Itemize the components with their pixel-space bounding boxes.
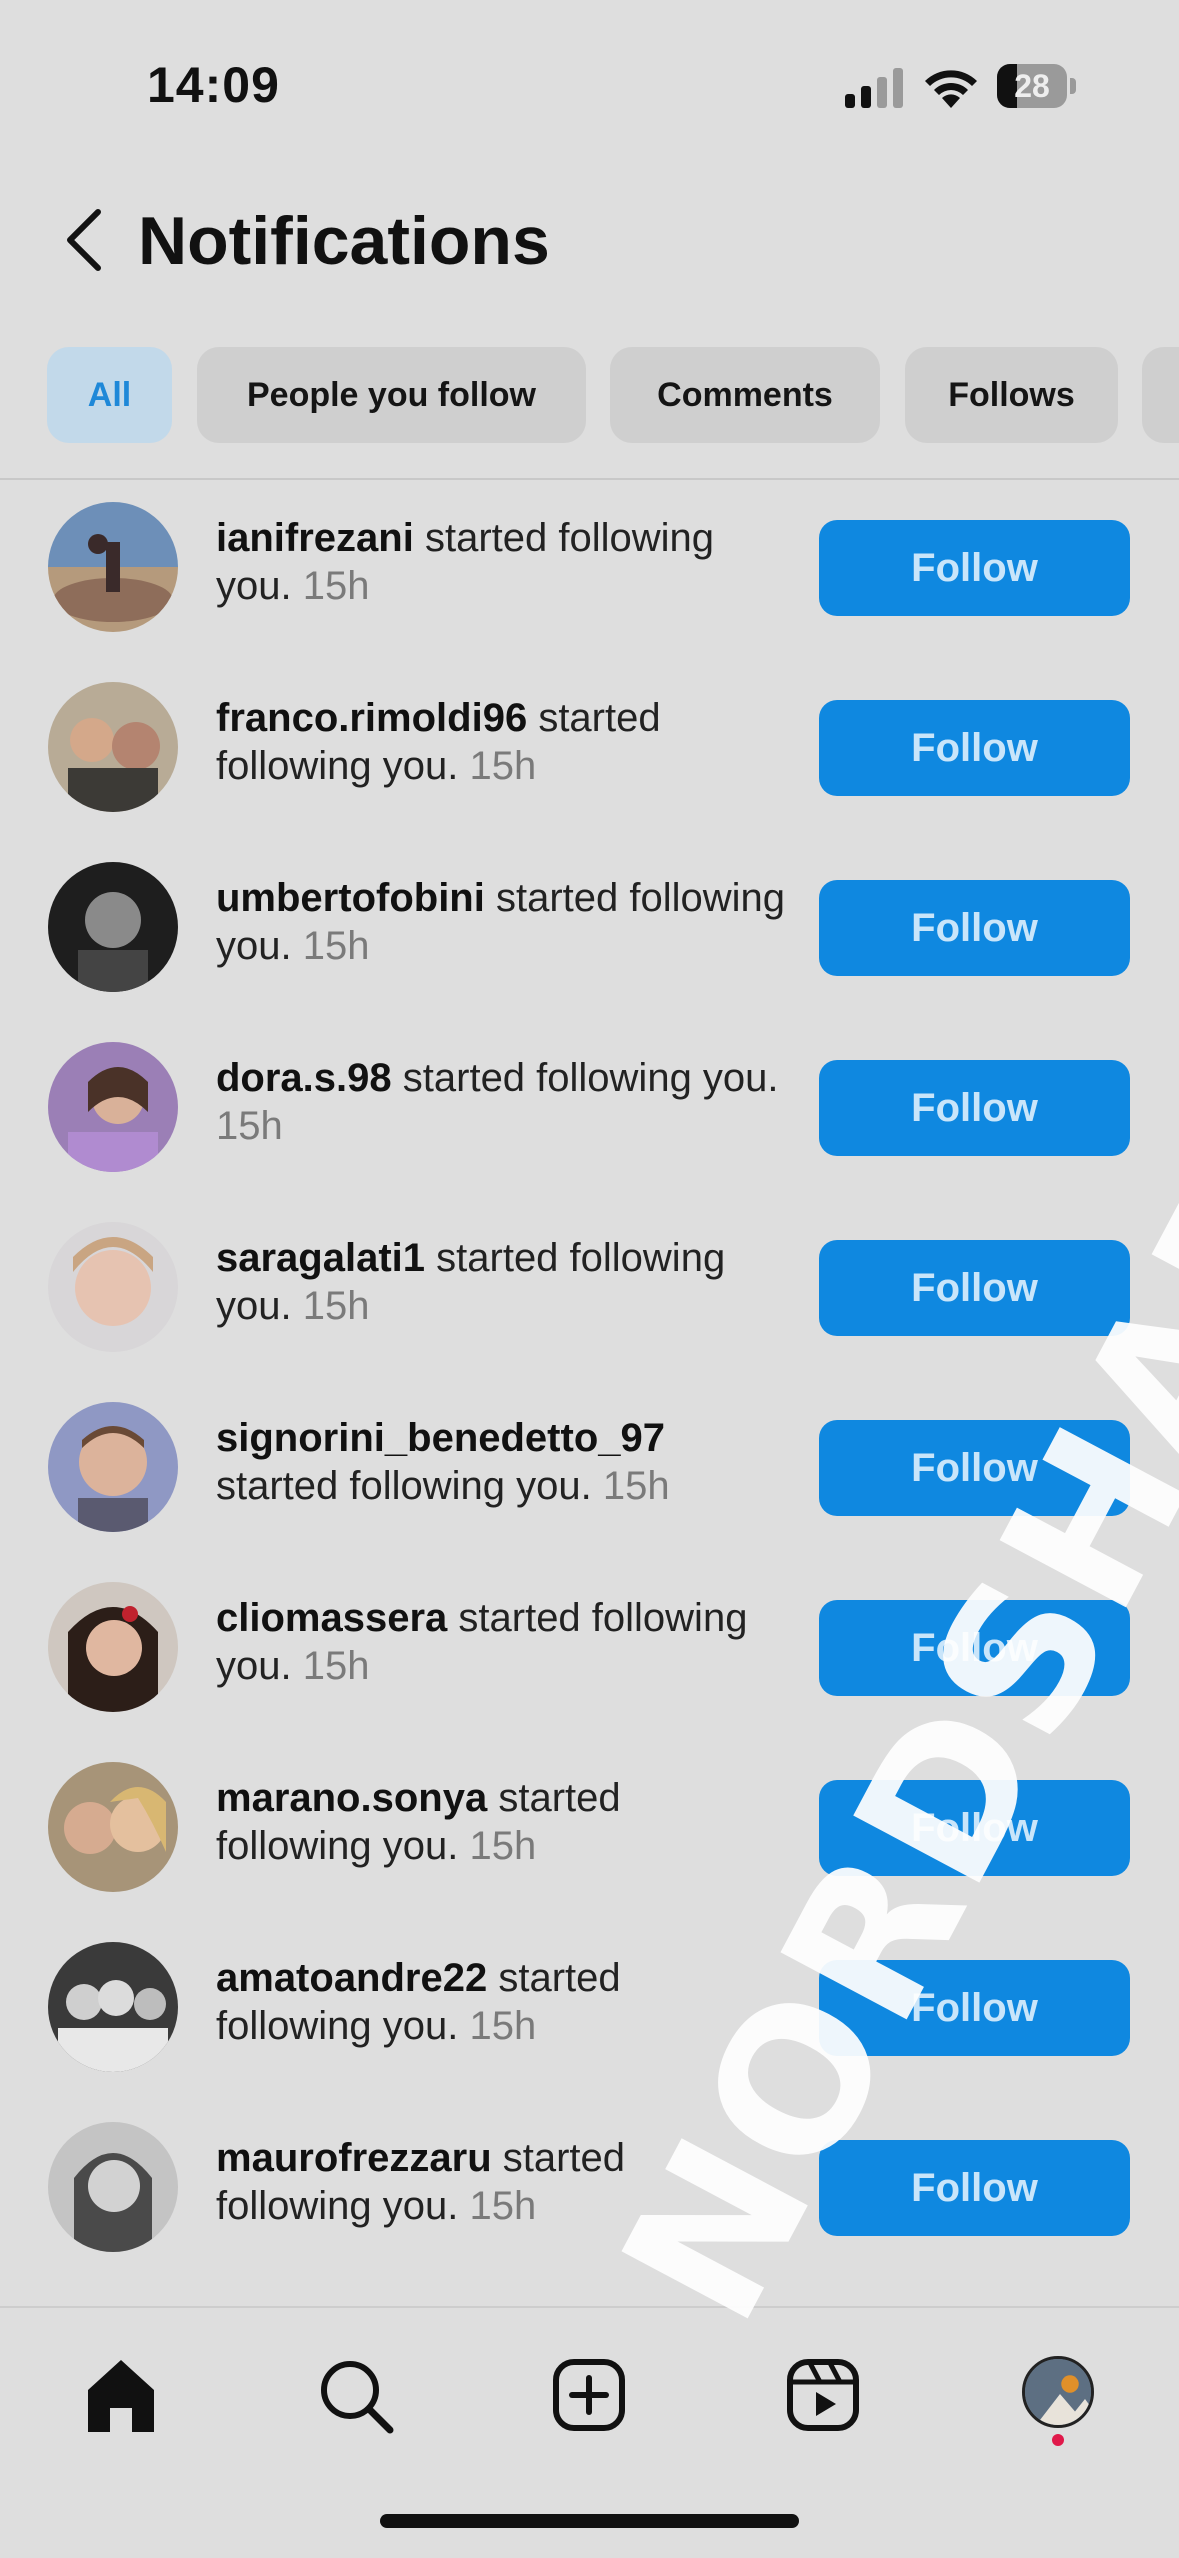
username-link[interactable]: maurofrezzaru xyxy=(216,2136,492,2180)
notification-time: 15h xyxy=(291,1644,370,1688)
filter-chip-people-you-follow[interactable]: People you follow xyxy=(197,347,586,443)
avatar[interactable] xyxy=(48,1402,178,1532)
filter-chip-all[interactable]: All xyxy=(47,347,172,443)
notification-row: dora.s.98 started following you. 15h Fol… xyxy=(0,1020,1179,1200)
notification-message: started following you. xyxy=(391,1056,779,1100)
create-tab[interactable] xyxy=(544,2350,634,2440)
notification-text: saragalati1 started following you. 15h xyxy=(216,1234,786,1330)
notification-time: 15h xyxy=(591,1464,670,1508)
username-link[interactable]: cliomassera xyxy=(216,1596,447,1640)
notification-text: maurofrezzaru started following you. 15h xyxy=(216,2134,786,2230)
reels-tab[interactable] xyxy=(778,2350,868,2440)
username-link[interactable]: ianifrezani xyxy=(216,516,414,560)
avatar[interactable] xyxy=(48,2122,178,2252)
battery-icon: 28 xyxy=(997,64,1077,110)
follow-button[interactable]: Follow xyxy=(819,1960,1130,2056)
back-chevron-icon[interactable] xyxy=(60,206,110,274)
follow-button[interactable]: Follow xyxy=(819,880,1130,976)
header: Notifications xyxy=(0,180,1179,300)
username-link[interactable]: franco.rimoldi96 xyxy=(216,696,527,740)
notification-time: 15h xyxy=(291,1284,370,1328)
follow-button[interactable]: Follow xyxy=(819,1420,1130,1516)
username-link[interactable]: saragalati1 xyxy=(216,1236,425,1280)
home-icon xyxy=(88,2360,154,2432)
status-bar: 14:09 28 xyxy=(0,0,1179,170)
notification-text: signorini_benedetto_97 started following… xyxy=(216,1414,786,1510)
notification-list: ianifrezani started following you. 15h F… xyxy=(0,480,1179,2300)
notification-text: marano.sonya started following you. 15h xyxy=(216,1774,786,1870)
profile-tab[interactable] xyxy=(1014,2350,1104,2440)
home-tab[interactable] xyxy=(76,2350,166,2440)
notification-row: amatoandre22 started following you. 15h … xyxy=(0,1920,1179,2100)
username-link[interactable]: amatoandre22 xyxy=(216,1956,487,2000)
follow-button[interactable]: Follow xyxy=(819,700,1130,796)
avatar[interactable] xyxy=(48,1222,178,1352)
avatar[interactable] xyxy=(48,1762,178,1892)
follow-button[interactable]: Follow xyxy=(819,1060,1130,1156)
page-title: Notifications xyxy=(138,203,550,279)
follow-button[interactable]: Follow xyxy=(819,520,1130,616)
avatar[interactable] xyxy=(48,1582,178,1712)
filter-tabs: All People you follow Comments Follows xyxy=(0,347,1179,445)
username-link[interactable]: umbertofobini xyxy=(216,876,485,920)
notification-dot xyxy=(1052,2434,1064,2446)
search-icon xyxy=(321,2361,394,2434)
notification-row: ianifrezani started following you. 15h F… xyxy=(0,480,1179,660)
notification-time: 15h xyxy=(458,744,537,788)
avatar[interactable] xyxy=(48,502,178,632)
avatar[interactable] xyxy=(48,1942,178,2072)
username-link[interactable]: dora.s.98 xyxy=(216,1056,392,1100)
avatar[interactable] xyxy=(48,682,178,812)
status-time: 14:09 xyxy=(147,57,280,113)
username-link[interactable]: signorini_benedetto_97 xyxy=(216,1416,665,1460)
notification-row: marano.sonya started following you. 15h … xyxy=(0,1740,1179,1920)
notification-row: saragalati1 started following you. 15h F… xyxy=(0,1200,1179,1380)
notification-text: dora.s.98 started following you. 15h xyxy=(216,1054,786,1150)
filter-chip-more[interactable] xyxy=(1142,347,1179,443)
username-link[interactable]: marano.sonya xyxy=(216,1776,487,1820)
wifi-icon xyxy=(925,70,977,108)
notification-message: started following you. xyxy=(216,1464,592,1508)
notification-text: cliomassera started following you. 15h xyxy=(216,1594,786,1690)
notification-time: 15h xyxy=(458,2004,537,2048)
filter-chip-follows[interactable]: Follows xyxy=(905,347,1118,443)
notification-text: franco.rimoldi96 started following you. … xyxy=(216,694,786,790)
notification-row: franco.rimoldi96 started following you. … xyxy=(0,660,1179,840)
notification-time: 15h xyxy=(291,924,370,968)
notification-text: amatoandre22 started following you. 15h xyxy=(216,1954,786,2050)
notification-text: ianifrezani started following you. 15h xyxy=(216,514,786,610)
create-icon xyxy=(553,2359,625,2431)
notification-time: 15h xyxy=(458,1824,537,1868)
notification-row: cliomassera started following you. 15h F… xyxy=(0,1560,1179,1740)
notification-row: umbertofobini started following you. 15h… xyxy=(0,840,1179,1020)
cellular-signal-icon xyxy=(845,68,903,108)
follow-button[interactable]: Follow xyxy=(819,1240,1130,1336)
avatar[interactable] xyxy=(48,1042,178,1172)
battery-percent: 28 xyxy=(1014,68,1050,104)
filter-chip-comments[interactable]: Comments xyxy=(610,347,880,443)
avatar[interactable] xyxy=(48,862,178,992)
profile-avatar xyxy=(1022,2356,1094,2428)
notification-row: maurofrezzaru started following you. 15h… xyxy=(0,2100,1179,2280)
reels-icon xyxy=(787,2359,859,2431)
follow-button[interactable]: Follow xyxy=(819,1780,1130,1876)
notification-time: 15h xyxy=(458,2184,537,2228)
follow-button[interactable]: Follow xyxy=(819,1600,1130,1696)
notification-text: umbertofobini started following you. 15h xyxy=(216,874,786,970)
notification-row: signorini_benedetto_97 started following… xyxy=(0,1380,1179,1560)
notification-time: 15h xyxy=(216,1104,283,1148)
notification-time: 15h xyxy=(291,564,370,608)
follow-button[interactable]: Follow xyxy=(819,2140,1130,2236)
search-tab[interactable] xyxy=(310,2350,400,2440)
home-indicator[interactable] xyxy=(380,2514,799,2528)
